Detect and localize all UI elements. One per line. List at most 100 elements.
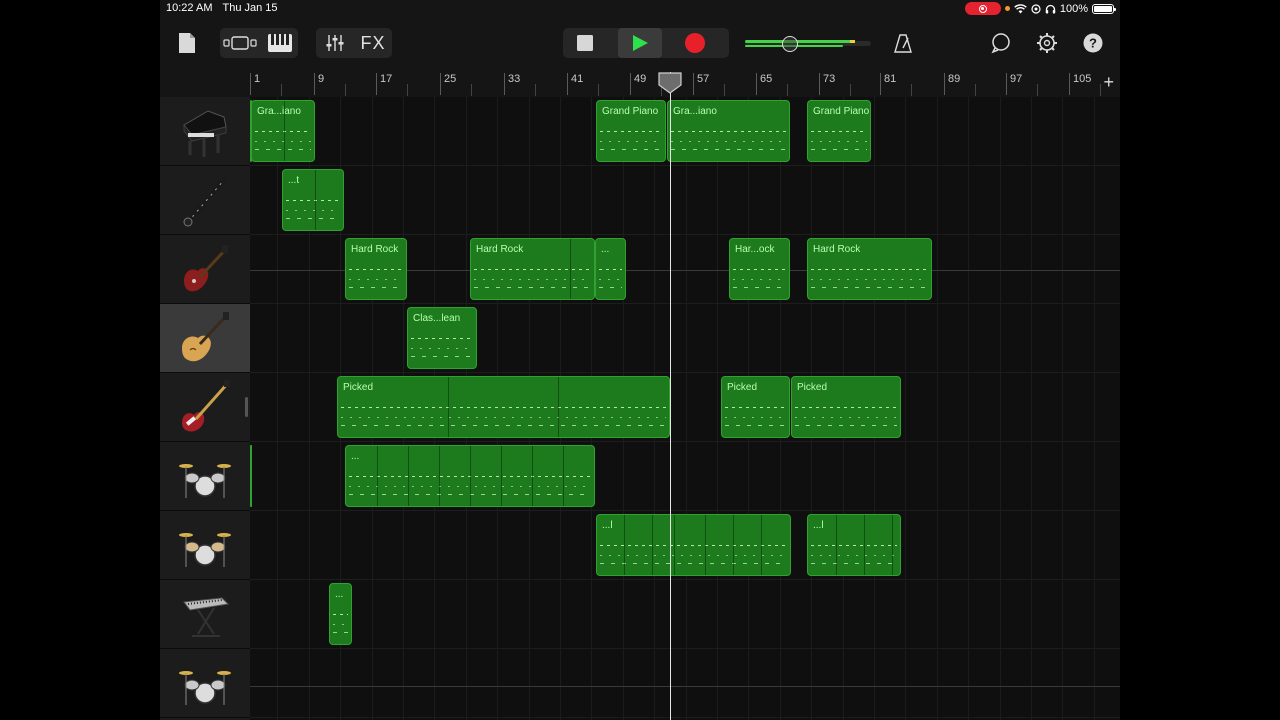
track-header-bass[interactable] — [160, 373, 250, 442]
timeline-ruler[interactable]: 1 9 17 25 33 41 49 57 65 73 81 89 97 105 — [250, 70, 1120, 96]
ruler-minor-tick — [787, 84, 788, 96]
track-header-grand-piano[interactable] — [160, 97, 250, 166]
midi-region[interactable]: ... — [329, 583, 352, 645]
midi-region[interactable]: ... — [345, 445, 595, 507]
track-header-drums-1[interactable] — [160, 442, 250, 511]
region-loop-divider — [448, 377, 449, 437]
mixer-icon — [326, 35, 344, 51]
midi-notes — [411, 330, 473, 362]
region-loop-divider — [892, 515, 893, 575]
volume-meter-peak — [850, 40, 855, 43]
garageband-window: 10:22 AM Thu Jan 15 100% FX ? 1 9 17 25 … — [160, 0, 1120, 720]
fx-button[interactable]: FX — [356, 30, 390, 56]
midi-region[interactable]: Hard Rock — [807, 238, 932, 300]
wifi-icon — [1014, 3, 1027, 13]
master-volume-slider[interactable] — [745, 36, 871, 52]
instrument-button[interactable] — [264, 30, 296, 56]
screen-recording-icon[interactable] — [964, 2, 1001, 15]
mic-in-use-icon — [1004, 6, 1010, 11]
midi-region[interactable]: Picked — [721, 376, 790, 438]
track-header-electric-guitar[interactable] — [160, 235, 250, 304]
region-loop-divider — [377, 446, 378, 506]
midi-region[interactable]: ...t — [282, 169, 344, 231]
region-name: Picked — [727, 382, 758, 393]
stop-button[interactable] — [568, 30, 602, 56]
midi-region[interactable]: Gra...iano — [667, 100, 790, 162]
region-name: Hard Rock — [476, 244, 524, 255]
region-name: Gra...iano — [673, 106, 717, 117]
ruler-bar-33: 33 — [504, 73, 520, 95]
midi-region[interactable]: Hard Rock — [345, 238, 407, 300]
playhead-handle[interactable] — [658, 72, 682, 94]
gear-icon — [1037, 33, 1057, 53]
settings-button[interactable] — [1032, 30, 1062, 56]
midi-region[interactable]: Har...ock — [729, 238, 790, 300]
midi-region[interactable]: Gra...iano — [251, 100, 315, 162]
playhead-line[interactable] — [670, 72, 671, 720]
ruler-minor-tick — [911, 84, 912, 96]
midi-notes — [733, 261, 786, 293]
metronome-button[interactable] — [888, 30, 918, 56]
midi-region[interactable]: Picked — [791, 376, 901, 438]
my-songs-button[interactable] — [174, 30, 200, 56]
tracks-area[interactable]: Gra...iano Gran...iano Grand Piano Gra...ia… — [250, 97, 1120, 720]
track-header-clarinet[interactable] — [160, 166, 250, 235]
play-button[interactable] — [618, 28, 662, 58]
ruler-bar-97: 97 — [1006, 73, 1022, 95]
track-header-drums-3[interactable] — [160, 649, 250, 718]
midi-region[interactable]: Clas...lean — [407, 307, 477, 369]
midi-notes — [811, 537, 897, 569]
track-lane[interactable] — [250, 580, 1120, 649]
volume-knob[interactable] — [782, 36, 798, 52]
track-header-keyboard[interactable] — [160, 580, 250, 649]
midi-region[interactable]: Hard Rock — [470, 238, 595, 300]
ruler-minor-tick — [345, 84, 346, 96]
midi-region[interactable]: ... — [250, 445, 252, 507]
loop-browser-button[interactable] — [986, 30, 1016, 56]
browser-button[interactable] — [222, 30, 258, 56]
midi-region[interactable]: Picked — [337, 376, 670, 438]
record-button[interactable] — [680, 30, 710, 56]
track-lane[interactable] — [250, 649, 1120, 718]
midi-region[interactable]: Grand Piano — [807, 100, 871, 162]
region-name: Clas...lean — [413, 313, 461, 324]
ruler-bar-105: 105 — [1069, 73, 1091, 95]
help-icon: ? — [1083, 33, 1103, 53]
region-loop-divider — [674, 515, 675, 575]
midi-region[interactable]: Grand Piano — [596, 100, 666, 162]
track-lane[interactable] — [250, 166, 1120, 235]
track-lane[interactable] — [250, 304, 1120, 373]
document-icon — [179, 33, 195, 53]
mixer-button[interactable] — [320, 30, 350, 56]
midi-region[interactable]: ...l — [596, 514, 791, 576]
region-loop-divider — [563, 446, 564, 506]
ruler-bar-57: 57 — [693, 73, 709, 95]
track-header-drums-2[interactable] — [160, 511, 250, 580]
bass-guitar-icon — [182, 380, 230, 432]
region-loop-divider — [315, 170, 316, 230]
region-loop-divider — [836, 515, 837, 575]
ruler-minor-tick — [975, 84, 976, 96]
midi-notes — [811, 261, 928, 293]
region-name: ... — [335, 589, 344, 600]
help-button[interactable]: ? — [1078, 30, 1108, 56]
region-name: ...t — [288, 175, 300, 186]
track-header-hollow-body-guitar[interactable] — [160, 304, 250, 373]
region-loop-divider — [284, 101, 285, 161]
midi-region[interactable]: Gran...iano — [250, 100, 252, 162]
region-loop-divider — [532, 446, 533, 506]
region-name: Picked — [343, 382, 374, 393]
region-name: ... — [351, 451, 360, 462]
region-loop-divider — [733, 515, 734, 575]
add-section-button[interactable]: + — [1103, 72, 1114, 93]
region-loop-divider — [470, 446, 471, 506]
ruler-bar-9: 9 — [314, 73, 324, 95]
midi-region[interactable]: ...l — [807, 514, 901, 576]
drum-kit-icon — [179, 671, 231, 705]
region-loop-divider — [408, 446, 409, 506]
track-scroll-handle[interactable] — [245, 397, 248, 417]
midi-region[interactable]: ... — [595, 238, 626, 300]
ruler-bar-41: 41 — [567, 73, 583, 95]
grand-piano-icon — [183, 110, 227, 157]
status-time: 10:22 AM — [166, 2, 213, 14]
